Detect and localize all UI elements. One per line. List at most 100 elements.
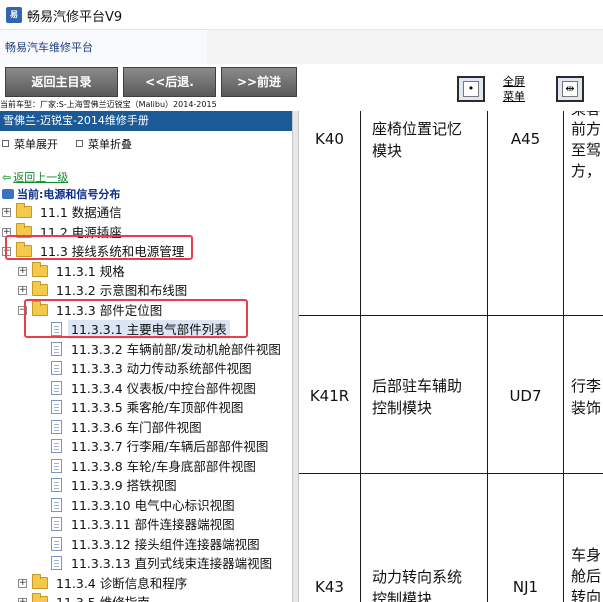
table-divider — [563, 111, 564, 602]
back-button[interactable]: <<后退. — [123, 67, 216, 97]
back-up-link[interactable]: ⇦ 返回上一级 — [2, 169, 68, 185]
split-arrows-icon: ⇹ — [562, 81, 578, 97]
tree-folder-item[interactable]: +11.1 数据通信 — [0, 203, 292, 222]
fullscreen-label-line1: 全屏 — [503, 75, 525, 88]
tree-item-label: 11.3.4 诊断信息和程序 — [56, 575, 188, 591]
document-icon — [51, 556, 62, 570]
tree-document-item[interactable]: 11.3.3.7 行李厢/车辆后部部件视图 — [0, 437, 292, 456]
tree-folder-item[interactable]: +11.2 电源插座 — [0, 222, 292, 242]
table-cell-code: K43 — [315, 578, 344, 596]
expand-toggle-icon[interactable]: + — [18, 286, 27, 295]
tree-folder-item[interactable]: +11.3.5 维修指南 — [0, 593, 292, 602]
fullscreen-label-line2: 菜单 — [503, 90, 525, 103]
tree-document-item[interactable]: 11.3.3.3 动力传动系统部件视图 — [0, 359, 292, 378]
folder-icon — [32, 573, 48, 589]
tree-item-label: 11.1 数据通信 — [40, 205, 122, 220]
table-divider — [299, 473, 603, 474]
document-icon — [51, 341, 62, 356]
table-cell-description: 舱后 — [571, 567, 602, 585]
table-cell-description: 车身 — [571, 546, 602, 564]
expand-toggle-icon[interactable]: + — [2, 227, 11, 237]
collapse-menu-button[interactable]: 菜单折叠 — [76, 136, 132, 152]
panel-splitter[interactable] — [292, 111, 299, 602]
title-bar: 易 畅易汽修平台V9 — [0, 0, 603, 30]
show-menu-button[interactable]: • — [457, 76, 485, 102]
document-icon — [51, 536, 62, 551]
home-button[interactable]: 返回主目录 — [5, 67, 118, 97]
tree-document-item[interactable]: 11.3.3.12 接头组件连接器端视图 — [0, 535, 292, 554]
brand-bar: 畅易汽车维修平台 — [0, 30, 603, 64]
expand-toggle-icon[interactable]: + — [18, 578, 27, 588]
back-up-label: 返回上一级 — [13, 171, 69, 184]
tree-item-label: 11.3.3.1 主要电气部件列表 — [68, 320, 230, 339]
table-cell-description: 转向 — [571, 588, 602, 602]
tree-document-item[interactable]: 11.3.3.6 车门部件视图 — [0, 418, 292, 437]
tree-item-label: 11.3.3.7 行李厢/车辆后部部件视图 — [71, 439, 269, 454]
computer-icon — [2, 189, 14, 199]
tree-document-item[interactable]: 11.3.3.5 乘客舱/车顶部件视图 — [0, 398, 292, 417]
tree-document-item[interactable]: 11.3.3.9 搭铁视图 — [0, 476, 292, 495]
tree-folder-item[interactable]: +11.3.4 诊断信息和程序 — [0, 573, 292, 593]
green-left-arrow-icon: ⇦ — [2, 171, 12, 184]
tree-item-label: 11.3.3.3 动力传动系统部件视图 — [71, 361, 252, 376]
tree-item-label: 11.3.3.5 乘客舱/车顶部件视图 — [71, 400, 244, 415]
expand-menu-label: 菜单展开 — [14, 138, 58, 151]
tree-document-item[interactable]: 11.3.3.4 仪表板/中控台部件视图 — [0, 379, 292, 398]
tree-item-label: 11.3.3.13 直列式线束连接器端视图 — [71, 556, 273, 571]
brand-tab[interactable]: 畅易汽车维修平台 — [0, 30, 207, 64]
tree-item-label: 11.3.5 维修指南 — [56, 593, 150, 602]
document-icon — [51, 361, 62, 375]
tree-item-label: 11.3 接线系统和电源管理 — [40, 244, 185, 259]
document-icon — [51, 419, 62, 434]
tree-item-label: 11.3.1 规格 — [56, 263, 125, 279]
collapse-toggle-icon[interactable]: − — [2, 247, 11, 256]
table-divider — [487, 111, 488, 602]
folder-icon — [16, 242, 32, 257]
table-cell-location-code: NJ1 — [512, 578, 539, 596]
tree-item-label: 11.3.3.9 搭铁视图 — [71, 478, 177, 493]
tree-item-label: 11.3.3.11 部件连接器端视图 — [71, 517, 235, 532]
tree-document-item[interactable]: 11.3.3.10 电气中心标识视图 — [0, 496, 292, 515]
table-cell-description: 前方 — [571, 120, 602, 138]
parts-table: K40 座椅位置记忆 模块 A45 乘客 前方 至驾 方， K41R 后部驻车辅… — [299, 111, 603, 602]
collapse-square-icon — [76, 140, 83, 147]
tree-document-item[interactable]: 11.3.3.8 车轮/车身底部部件视图 — [0, 457, 292, 476]
table-cell-location-code: A45 — [510, 130, 541, 148]
tree-folder-item[interactable]: − 11.3.3 部件定位图 — [0, 300, 292, 320]
document-icon — [51, 439, 62, 453]
forward-button[interactable]: >>前进 — [221, 67, 297, 97]
expand-menu-button[interactable]: 菜单展开 — [2, 136, 58, 152]
fullscreen-menu-link[interactable]: 全屏 菜单 — [503, 74, 535, 104]
table-divider — [299, 315, 603, 316]
expand-toggle-icon[interactable]: + — [18, 598, 27, 602]
table-cell-code: K41R — [309, 387, 350, 405]
tree-item-label: 11.3.3 部件定位图 — [56, 302, 163, 318]
expand-toggle-icon[interactable]: + — [18, 266, 27, 276]
tree-document-item[interactable]: 11.3.3.1 主要电气部件列表 — [0, 320, 292, 339]
table-cell-description: 行李 — [571, 377, 602, 395]
document-icon — [51, 458, 62, 473]
split-view-button[interactable]: ⇹ — [556, 76, 584, 102]
window-title: 畅易汽修平台V9 — [27, 10, 123, 25]
tree-document-item[interactable]: 11.3.3.13 直列式线束连接器端视图 — [0, 554, 292, 573]
current-location-label: 当前:电源和信号分布 — [17, 188, 121, 201]
tree-item-label: 11.3.3.12 接头组件连接器端视图 — [71, 536, 260, 552]
tree-folder-item[interactable]: +11.3.1 规格 — [0, 261, 292, 281]
folder-icon — [32, 281, 48, 296]
brand-label: 畅易汽车维修平台 — [5, 41, 93, 54]
tree-item-label: 11.3.3.4 仪表板/中控台部件视图 — [71, 380, 256, 396]
folder-icon — [32, 300, 48, 316]
tree-document-item[interactable]: 11.3.3.2 车辆前部/发动机舱部件视图 — [0, 340, 292, 359]
collapse-toggle-icon[interactable]: − — [18, 305, 27, 315]
manual-title: 雪佛兰-迈锐宝-2014维修手册 — [0, 111, 292, 131]
tree-document-item[interactable]: 11.3.3.11 部件连接器端视图 — [0, 515, 292, 534]
table-cell-description: 方， — [571, 162, 602, 180]
tree-item-label: 11.3.3.2 车辆前部/发动机舱部件视图 — [71, 341, 281, 357]
collapse-menu-label: 菜单折叠 — [88, 138, 132, 151]
table-cell-name: 控制模块 — [372, 590, 433, 602]
tree-folder-item[interactable]: +11.3.2 示意图和布线图 — [0, 281, 292, 300]
tree-item-label: 11.3.2 示意图和布线图 — [56, 283, 188, 298]
expand-toggle-icon[interactable]: + — [2, 208, 11, 217]
tree-folder-item[interactable]: − 11.3 接线系统和电源管理 — [0, 242, 292, 261]
table-cell-name: 模块 — [372, 142, 403, 160]
